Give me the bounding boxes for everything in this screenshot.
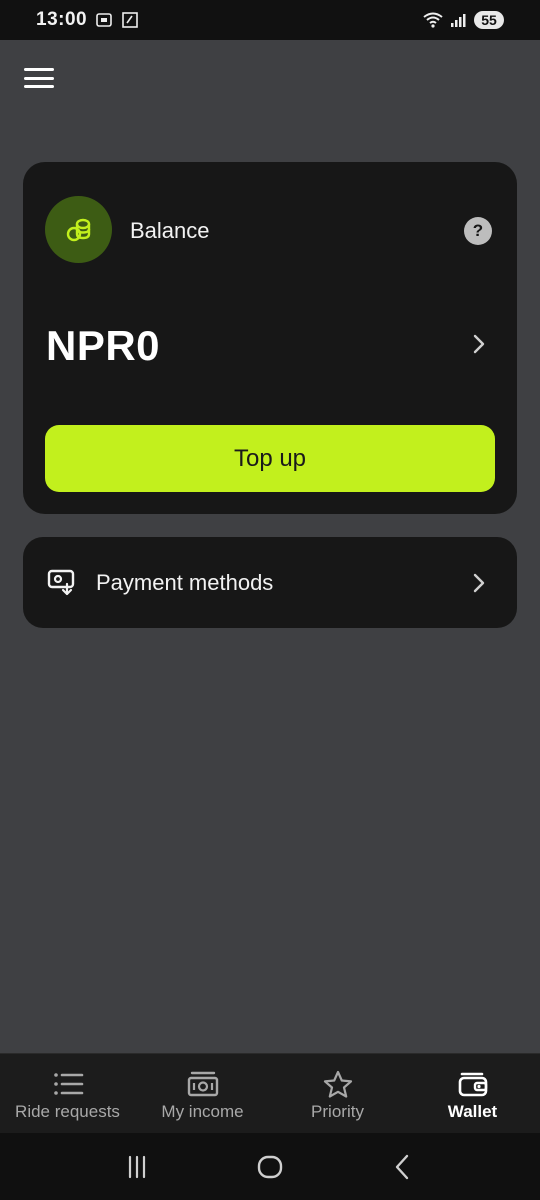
coins-icon-badge — [45, 196, 112, 263]
system-nav-bar — [0, 1133, 540, 1200]
menu-line — [24, 76, 54, 80]
home-icon[interactable] — [255, 1152, 285, 1182]
wallet-icon — [458, 1072, 487, 1097]
coins-icon — [66, 218, 90, 241]
battery-indicator: 55 — [474, 11, 504, 29]
nav-label: Wallet — [447, 1102, 498, 1121]
payment-card-icon — [47, 569, 75, 596]
balance-label: Balance — [130, 218, 210, 243]
top-up-button[interactable]: Top up — [45, 425, 495, 492]
status-right: 55 — [422, 11, 504, 29]
wallet-screen: 13:00 55 Balance ? NPR0 Top up Payment m… — [0, 0, 540, 1200]
help-icon[interactable]: ? — [464, 217, 492, 245]
balance-card: Balance ? NPR0 Top up — [23, 162, 517, 514]
nav-wallet[interactable]: Wallet — [405, 1054, 540, 1133]
screenshot-icon — [96, 13, 112, 27]
money-icon — [187, 1071, 218, 1097]
nav-priority[interactable]: Priority — [270, 1054, 405, 1133]
edit-notification-icon — [122, 12, 138, 28]
payment-methods-row[interactable]: Payment methods — [23, 537, 517, 628]
nav-label: My income — [161, 1102, 244, 1121]
status-bar: 13:00 55 — [0, 0, 540, 40]
back-icon[interactable] — [388, 1152, 418, 1182]
nav-ride-requests[interactable]: Ride requests — [0, 1054, 135, 1133]
chevron-right-icon — [473, 573, 485, 593]
nav-label: Priority — [311, 1102, 364, 1121]
bottom-nav: Ride requests My income Priority Wallet — [0, 1053, 540, 1133]
menu-line — [24, 85, 54, 88]
signal-icon — [451, 14, 466, 27]
list-icon — [53, 1073, 83, 1095]
menu-button[interactable] — [24, 68, 54, 88]
balance-amount[interactable]: NPR0 — [46, 322, 160, 370]
status-left: 13:00 — [36, 9, 139, 31]
star-icon — [323, 1070, 352, 1098]
status-time: 13:00 — [36, 9, 88, 30]
payment-methods-label: Payment methods — [96, 570, 274, 595]
menu-line — [24, 68, 54, 71]
chevron-right-icon[interactable] — [468, 332, 490, 356]
recent-apps-icon[interactable] — [122, 1152, 152, 1182]
nav-label: Ride requests — [15, 1102, 120, 1121]
nav-my-income[interactable]: My income — [135, 1054, 270, 1133]
wifi-icon — [423, 12, 443, 28]
